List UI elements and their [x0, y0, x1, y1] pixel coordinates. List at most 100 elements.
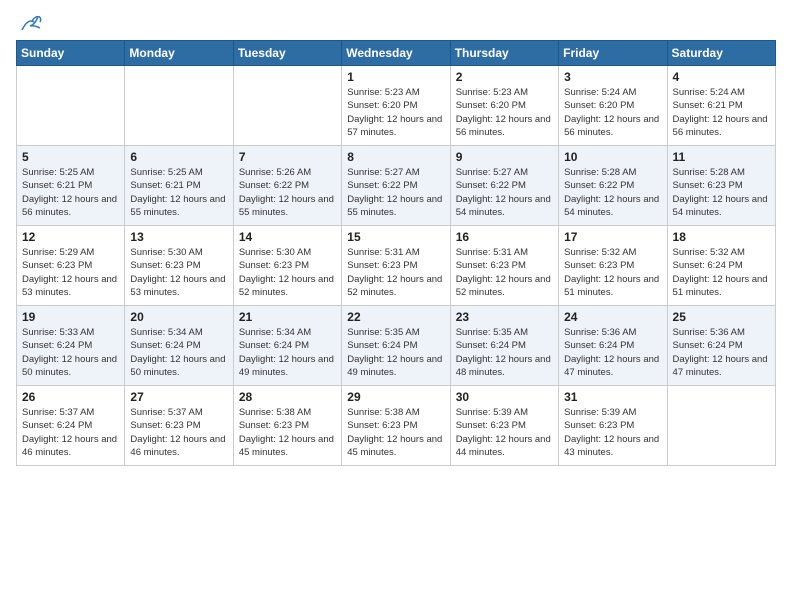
day-number: 14 [239, 230, 336, 244]
calendar-cell: 26 Sunrise: 5:37 AM Sunset: 6:24 PM Dayli… [17, 386, 125, 466]
calendar-cell: 13Sunrise: 5:30 AM Sunset: 6:23 PM Dayli… [125, 226, 233, 306]
calendar-cell [17, 66, 125, 146]
calendar-cell: 27 Sunrise: 5:37 AM Sunset: 6:23 PM Dayli… [125, 386, 233, 466]
day-info: Sunrise: 5:36 AM Sunset: 6:24 PM Dayligh… [673, 326, 770, 379]
weekday-header-wednesday: Wednesday [342, 41, 450, 66]
calendar-cell: 30 Sunrise: 5:39 AM Sunset: 6:23 PM Dayli… [450, 386, 558, 466]
day-info: Sunrise: 5:30 AM Sunset: 6:23 PM Dayligh… [239, 246, 336, 299]
day-info: Sunrise: 5:28 AM Sunset: 6:22 PM Dayligh… [564, 166, 661, 219]
weekday-header-monday: Monday [125, 41, 233, 66]
day-info: Sunrise: 5:34 AM Sunset: 6:24 PM Dayligh… [130, 326, 227, 379]
calendar-week-row: 12Sunrise: 5:29 AM Sunset: 6:23 PM Dayli… [17, 226, 776, 306]
day-info: Sunrise: 5:24 AM Sunset: 6:20 PM Dayligh… [564, 86, 661, 139]
calendar-week-row: 5 Sunrise: 5:25 AM Sunset: 6:21 PM Daylig… [17, 146, 776, 226]
calendar-cell: 29 Sunrise: 5:38 AM Sunset: 6:23 PM Dayli… [342, 386, 450, 466]
calendar-cell: 24 Sunrise: 5:36 AM Sunset: 6:24 PM Dayli… [559, 306, 667, 386]
day-info: Sunrise: 5:30 AM Sunset: 6:23 PM Dayligh… [130, 246, 227, 299]
calendar-cell: 11Sunrise: 5:28 AM Sunset: 6:23 PM Dayli… [667, 146, 775, 226]
day-info: Sunrise: 5:38 AM Sunset: 6:23 PM Dayligh… [347, 406, 444, 459]
day-number: 1 [347, 70, 444, 84]
day-info: Sunrise: 5:31 AM Sunset: 6:23 PM Dayligh… [347, 246, 444, 299]
day-info: Sunrise: 5:33 AM Sunset: 6:24 PM Dayligh… [22, 326, 119, 379]
calendar-table: SundayMondayTuesdayWednesdayThursdayFrid… [16, 40, 776, 466]
calendar-cell: 21 Sunrise: 5:34 AM Sunset: 6:24 PM Dayli… [233, 306, 341, 386]
calendar-week-row: 19 Sunrise: 5:33 AM Sunset: 6:24 PM Dayli… [17, 306, 776, 386]
day-info: Sunrise: 5:37 AM Sunset: 6:23 PM Dayligh… [130, 406, 227, 459]
calendar-cell: 31 Sunrise: 5:39 AM Sunset: 6:23 PM Dayli… [559, 386, 667, 466]
day-info: Sunrise: 5:36 AM Sunset: 6:24 PM Dayligh… [564, 326, 661, 379]
day-info: Sunrise: 5:27 AM Sunset: 6:22 PM Dayligh… [347, 166, 444, 219]
day-info: Sunrise: 5:39 AM Sunset: 6:23 PM Dayligh… [456, 406, 553, 459]
calendar-cell [125, 66, 233, 146]
calendar-cell: 16 Sunrise: 5:31 AM Sunset: 6:23 PM Dayli… [450, 226, 558, 306]
day-info: Sunrise: 5:34 AM Sunset: 6:24 PM Dayligh… [239, 326, 336, 379]
day-info: Sunrise: 5:39 AM Sunset: 6:23 PM Dayligh… [564, 406, 661, 459]
day-info: Sunrise: 5:32 AM Sunset: 6:24 PM Dayligh… [673, 246, 770, 299]
day-number: 19 [22, 310, 119, 324]
calendar-cell: 7 Sunrise: 5:26 AM Sunset: 6:22 PM Daylig… [233, 146, 341, 226]
day-number: 9 [456, 150, 553, 164]
calendar-cell: 5 Sunrise: 5:25 AM Sunset: 6:21 PM Daylig… [17, 146, 125, 226]
calendar-cell: 19 Sunrise: 5:33 AM Sunset: 6:24 PM Dayli… [17, 306, 125, 386]
calendar-cell: 18 Sunrise: 5:32 AM Sunset: 6:24 PM Dayli… [667, 226, 775, 306]
day-number: 7 [239, 150, 336, 164]
day-number: 25 [673, 310, 770, 324]
day-info: Sunrise: 5:23 AM Sunset: 6:20 PM Dayligh… [347, 86, 444, 139]
day-number: 27 [130, 390, 227, 404]
calendar-cell: 8 Sunrise: 5:27 AM Sunset: 6:22 PM Daylig… [342, 146, 450, 226]
calendar-cell: 15 Sunrise: 5:31 AM Sunset: 6:23 PM Dayli… [342, 226, 450, 306]
day-number: 18 [673, 230, 770, 244]
day-number: 17 [564, 230, 661, 244]
day-number: 15 [347, 230, 444, 244]
calendar-week-row: 26 Sunrise: 5:37 AM Sunset: 6:24 PM Dayli… [17, 386, 776, 466]
day-number: 29 [347, 390, 444, 404]
weekday-header-sunday: Sunday [17, 41, 125, 66]
day-number: 22 [347, 310, 444, 324]
day-info: Sunrise: 5:37 AM Sunset: 6:24 PM Dayligh… [22, 406, 119, 459]
day-number: 20 [130, 310, 227, 324]
calendar-cell: 22 Sunrise: 5:35 AM Sunset: 6:24 PM Dayli… [342, 306, 450, 386]
calendar-cell: 17 Sunrise: 5:32 AM Sunset: 6:23 PM Dayli… [559, 226, 667, 306]
day-info: Sunrise: 5:28 AM Sunset: 6:23 PM Dayligh… [673, 166, 770, 219]
calendar-cell: 20 Sunrise: 5:34 AM Sunset: 6:24 PM Dayli… [125, 306, 233, 386]
day-info: Sunrise: 5:32 AM Sunset: 6:23 PM Dayligh… [564, 246, 661, 299]
day-number: 23 [456, 310, 553, 324]
day-number: 21 [239, 310, 336, 324]
logo-bird-icon [20, 16, 42, 34]
calendar-cell: 23 Sunrise: 5:35 AM Sunset: 6:24 PM Dayli… [450, 306, 558, 386]
day-number: 4 [673, 70, 770, 84]
calendar-cell: 25 Sunrise: 5:36 AM Sunset: 6:24 PM Dayli… [667, 306, 775, 386]
calendar-cell: 2 Sunrise: 5:23 AM Sunset: 6:20 PM Daylig… [450, 66, 558, 146]
day-info: Sunrise: 5:23 AM Sunset: 6:20 PM Dayligh… [456, 86, 553, 139]
day-number: 31 [564, 390, 661, 404]
day-number: 24 [564, 310, 661, 324]
weekday-header-tuesday: Tuesday [233, 41, 341, 66]
day-number: 16 [456, 230, 553, 244]
day-info: Sunrise: 5:29 AM Sunset: 6:23 PM Dayligh… [22, 246, 119, 299]
day-number: 8 [347, 150, 444, 164]
day-info: Sunrise: 5:35 AM Sunset: 6:24 PM Dayligh… [456, 326, 553, 379]
calendar-cell: 9 Sunrise: 5:27 AM Sunset: 6:22 PM Daylig… [450, 146, 558, 226]
weekday-header-saturday: Saturday [667, 41, 775, 66]
day-number: 30 [456, 390, 553, 404]
calendar-cell: 28Sunrise: 5:38 AM Sunset: 6:23 PM Dayli… [233, 386, 341, 466]
calendar-week-row: 1 Sunrise: 5:23 AM Sunset: 6:20 PM Daylig… [17, 66, 776, 146]
calendar-cell [233, 66, 341, 146]
day-number: 5 [22, 150, 119, 164]
day-number: 28 [239, 390, 336, 404]
day-number: 2 [456, 70, 553, 84]
logo [16, 16, 42, 30]
day-info: Sunrise: 5:35 AM Sunset: 6:24 PM Dayligh… [347, 326, 444, 379]
calendar-cell: 6Sunrise: 5:25 AM Sunset: 6:21 PM Daylig… [125, 146, 233, 226]
weekday-header-thursday: Thursday [450, 41, 558, 66]
day-info: Sunrise: 5:25 AM Sunset: 6:21 PM Dayligh… [22, 166, 119, 219]
day-info: Sunrise: 5:26 AM Sunset: 6:22 PM Dayligh… [239, 166, 336, 219]
calendar-cell: 3Sunrise: 5:24 AM Sunset: 6:20 PM Daylig… [559, 66, 667, 146]
calendar-cell: 12Sunrise: 5:29 AM Sunset: 6:23 PM Dayli… [17, 226, 125, 306]
page-header [16, 16, 776, 30]
calendar-cell: 14 Sunrise: 5:30 AM Sunset: 6:23 PM Dayli… [233, 226, 341, 306]
day-info: Sunrise: 5:27 AM Sunset: 6:22 PM Dayligh… [456, 166, 553, 219]
day-number: 26 [22, 390, 119, 404]
calendar-cell: 4Sunrise: 5:24 AM Sunset: 6:21 PM Daylig… [667, 66, 775, 146]
day-info: Sunrise: 5:31 AM Sunset: 6:23 PM Dayligh… [456, 246, 553, 299]
